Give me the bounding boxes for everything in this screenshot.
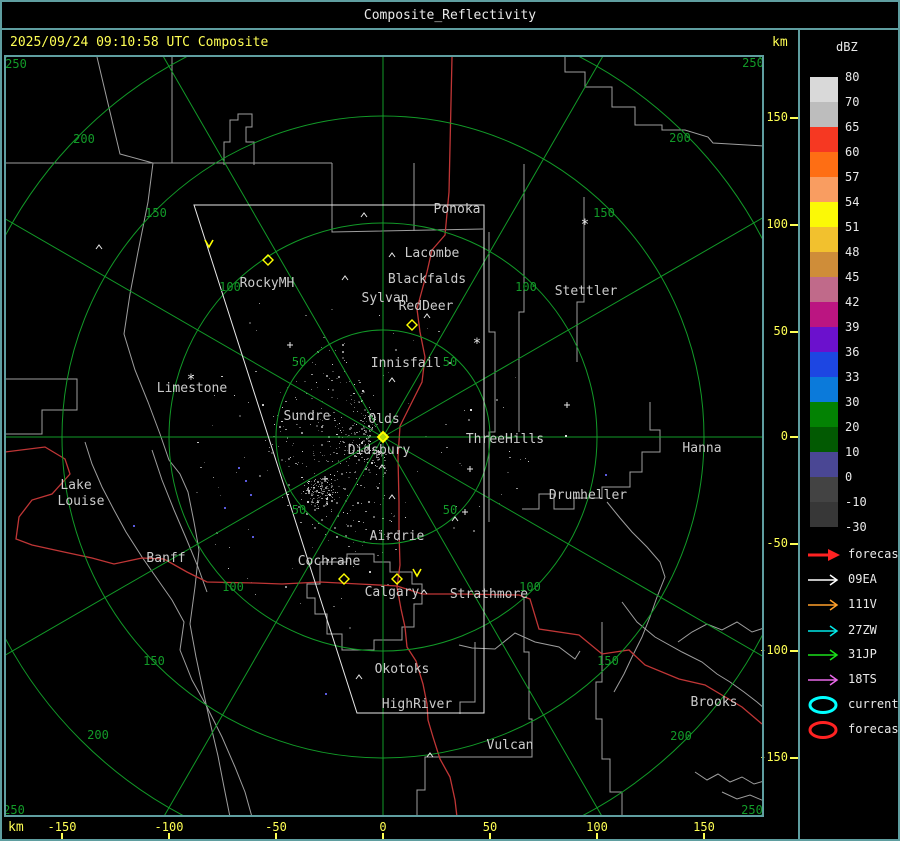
map-boundary-line (488, 232, 496, 522)
azimuth-line (382, 436, 602, 815)
caret-marker-icon (423, 313, 431, 319)
dot-marker-blue (252, 536, 254, 538)
caret-marker-icon (355, 674, 363, 680)
radar-site-diamond-icon (406, 319, 418, 331)
radar-site-diamond-icon (376, 430, 390, 444)
map-boundary-line (151, 449, 208, 593)
range-ring-label: 50 (292, 355, 306, 369)
dot-marker (470, 409, 472, 411)
city-label-cochrane: Cochrane (298, 554, 361, 569)
range-ring-label: 150 (145, 206, 167, 220)
city-label-airdrie: Airdrie (370, 529, 425, 544)
map-boundary-line (223, 113, 255, 165)
city-label-rockymh: RockyMH (240, 276, 295, 291)
dot-marker-blue (224, 507, 226, 509)
map-boundary-line (621, 601, 762, 707)
range-ring-label: 250 (5, 57, 27, 71)
city-label-limestone: Limestone (157, 381, 228, 396)
caret-marker-icon (388, 252, 396, 258)
range-ring-label: 100 (219, 280, 241, 294)
city-label-lake: Lake (60, 478, 91, 493)
city-label-blackfalds: Blackfalds (388, 272, 466, 287)
city-label-reddeer: RedDeer (399, 299, 454, 314)
dot-marker-blue (605, 474, 607, 476)
city-label-vulcan: Vulcan (487, 738, 534, 753)
range-ring-label: 250 (742, 56, 764, 70)
range-ring-label: 100 (515, 280, 537, 294)
range-ring-label: 50 (443, 503, 457, 517)
range-ring-label: 250 (741, 803, 763, 817)
city-label-innisfail: Innisfail (371, 356, 441, 371)
storm-vector-icon (204, 239, 214, 249)
caret-marker-icon (95, 244, 103, 250)
city-label-threehills: ThreeHills (466, 432, 544, 447)
dot-marker-blue (238, 467, 240, 469)
dot-marker-blue (325, 693, 327, 695)
city-label-ponoka: Ponoka (434, 202, 481, 217)
obs-markers: *** (95, 212, 607, 758)
city-label-lacombe: Lacombe (405, 246, 460, 261)
asterisk-marker-icon: * (473, 336, 481, 352)
city-label-strathmore: Strathmore (450, 587, 528, 602)
map-boundary-line (721, 791, 762, 801)
map-boundary-line (459, 642, 476, 714)
range-ring-label: 200 (73, 132, 95, 146)
city-label-olds: Olds (368, 412, 399, 427)
range-ring-label: 200 (87, 728, 109, 742)
radar-viewer-window: Composite_Reflectivity 2025/09/24 09:10:… (0, 0, 900, 841)
dot-marker (565, 435, 567, 437)
radar-map: 50 5050 50100 100100 100150 150150 150200 20020… (3, 56, 764, 817)
city-label-sundre: Sundre (284, 409, 331, 424)
dot-marker-blue (133, 525, 135, 527)
city-label-louise: Louise (58, 494, 105, 509)
caret-marker-icon (341, 275, 349, 281)
city-label-banff: Banff (146, 551, 185, 566)
range-ring-label: 50 (292, 503, 306, 517)
range-ring-label: 200 (670, 729, 692, 743)
caret-marker-icon (360, 212, 368, 218)
asterisk-marker-icon: * (581, 217, 589, 233)
map-boundary-line (331, 163, 484, 233)
range-ring-label: 150 (143, 654, 165, 668)
city-label-highriver: HighRiver (382, 697, 453, 712)
dot-marker-blue (245, 480, 247, 482)
city-label-calgary: Calgary (365, 585, 420, 600)
storm-vector-icon (412, 568, 422, 578)
city-label-brooks: Brooks (691, 695, 738, 710)
map-boundary-line (518, 164, 525, 432)
range-ring-label: 200 (669, 131, 691, 145)
map-boundary-line (694, 771, 762, 785)
city-label-drumheller: Drumheller (549, 488, 627, 503)
map-boundary-line (84, 441, 252, 815)
azimuth-line (163, 57, 384, 438)
range-ring-label: 50 (443, 355, 457, 369)
map-boundary-line (458, 632, 581, 660)
azimuth-line (382, 57, 603, 438)
range-ring-label: 150 (597, 654, 619, 668)
city-label-okotoks: Okotoks (375, 662, 430, 677)
range-ring-label: 100 (222, 580, 244, 594)
dot-marker-blue (250, 494, 252, 496)
range-ring-label: 150 (593, 206, 615, 220)
city-label-hanna: Hanna (682, 441, 721, 456)
map-content: 50 5050 50100 100100 100150 150150 150200 20020… (3, 56, 764, 817)
caret-marker-icon (388, 494, 396, 500)
range-ring-label: 250 (3, 803, 25, 817)
caret-marker-icon (388, 377, 396, 383)
city-label-stettler: Stettler (555, 284, 618, 299)
azimuth-line (6, 436, 384, 656)
city-label-didsbury: Didsbury (348, 443, 411, 458)
